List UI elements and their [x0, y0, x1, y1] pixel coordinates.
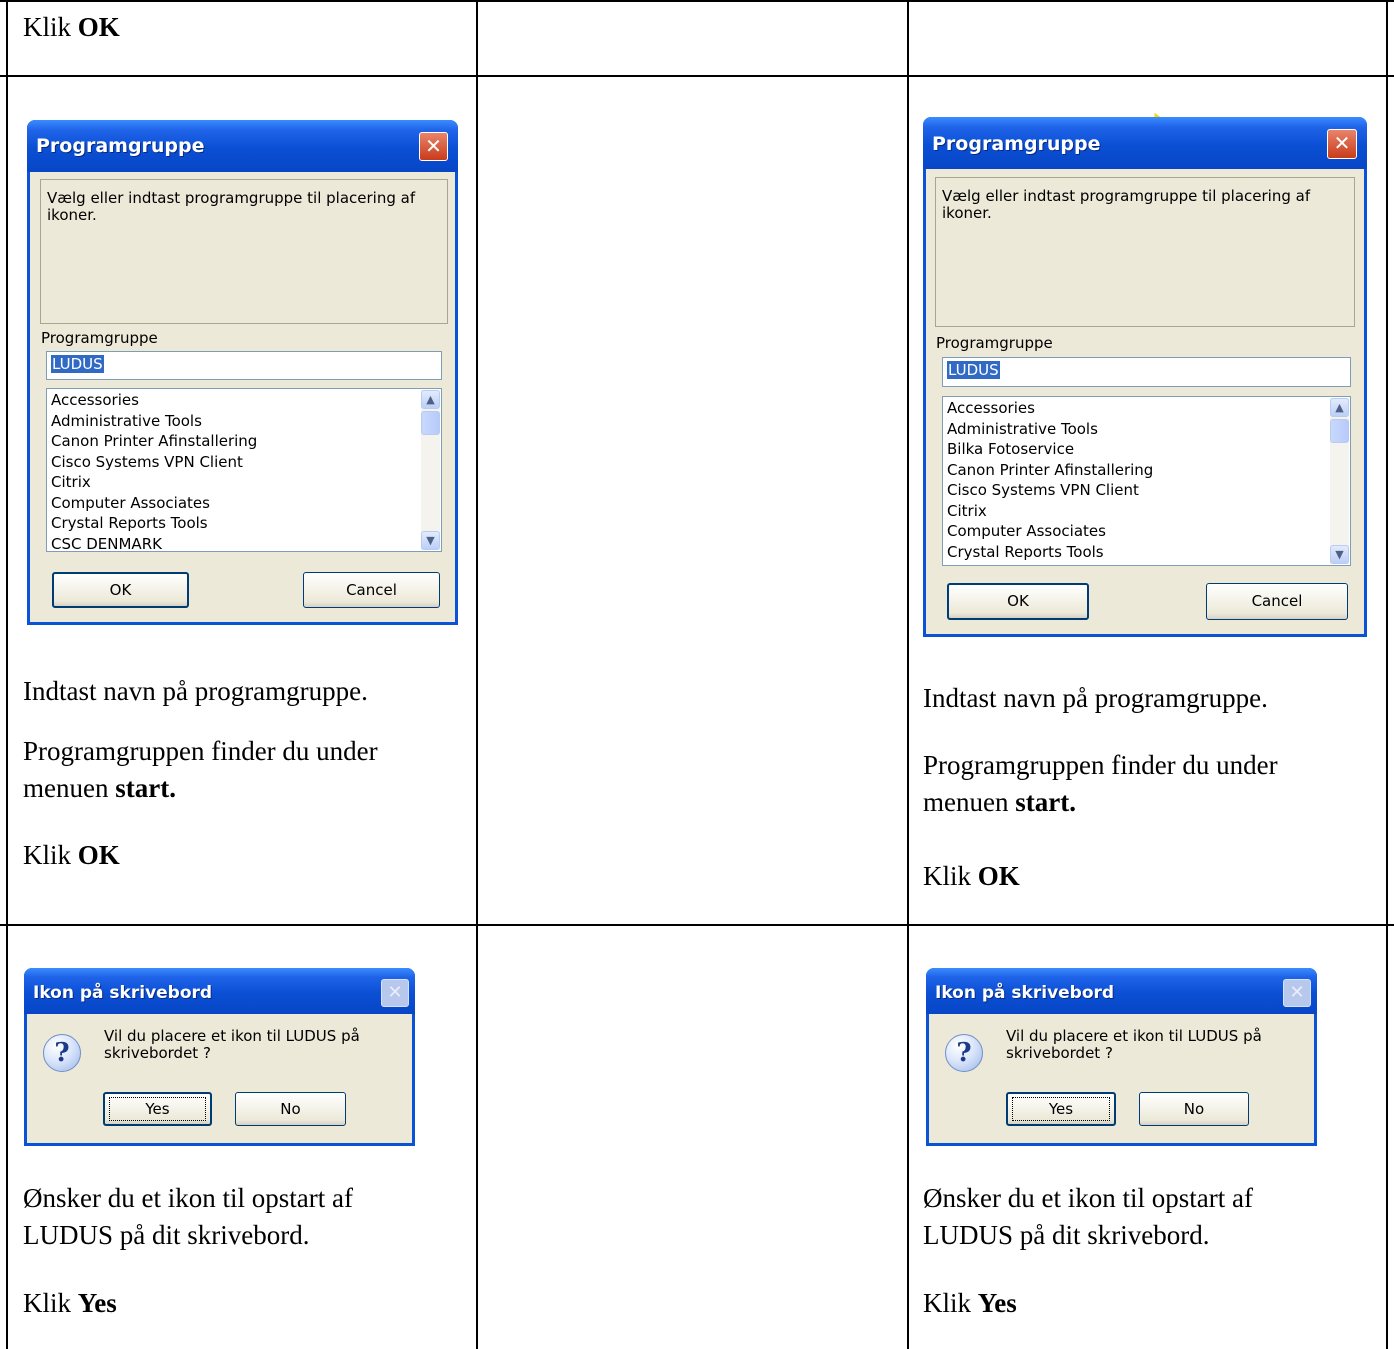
list-item[interactable]: Bilka Fotoservice — [947, 439, 1153, 460]
dialog-title: Programgruppe — [27, 120, 458, 172]
instruction-line1-left: Indtast navn på programgruppe. — [23, 676, 368, 706]
no-button[interactable]: No — [235, 1092, 346, 1126]
instruction-line2-left-2: LUDUS på dit skrivebord. — [23, 1220, 310, 1250]
instruction-line1-right-2: Ønsker du et ikon til opstart af — [923, 1183, 1253, 1213]
ok-button[interactable]: OK — [52, 572, 189, 608]
no-button[interactable]: No — [1139, 1092, 1249, 1126]
group-list[interactable]: Accessories Administrative Tools Bilka F… — [942, 396, 1351, 566]
instruction-line3-right: menuen start. — [923, 787, 1076, 817]
scrollbar[interactable]: ▲ ▼ — [1330, 398, 1349, 564]
group-label: Programgruppe — [41, 329, 158, 347]
group-list-items: Accessories Administrative Tools Canon P… — [51, 390, 257, 552]
chevron-up-icon[interactable]: ▲ — [1330, 398, 1349, 417]
focus-rect — [1012, 1097, 1110, 1121]
dialog-body: ? Vil du placere et ikon til LUDUS på sk… — [929, 1014, 1314, 1143]
dialog-body: Vælg eller indtast programgruppe til pla… — [926, 169, 1364, 634]
table-divider-2 — [907, 0, 909, 1349]
list-item[interactable]: Accessories — [947, 398, 1153, 419]
instruction-line2-left: Programgruppen finder du under — [23, 736, 378, 766]
table-divider-1 — [476, 0, 478, 1349]
instruction-line2-right: Programgruppen finder du under — [923, 750, 1278, 780]
group-input[interactable]: LUDUS — [46, 351, 442, 380]
programgruppe-dialog-right: Programgruppe ✕ Vælg eller indtast progr… — [923, 117, 1367, 637]
desktop-icon-dialog-left: Ikon på skrivebord ✕ ? Vil du placere et… — [24, 968, 415, 1146]
message-panel: Vælg eller indtast programgruppe til pla… — [935, 177, 1355, 327]
desktop-icon-dialog-right: Ikon på skrivebord ✕ ? Vil du placere et… — [926, 968, 1317, 1146]
question-icon: ? — [945, 1034, 983, 1072]
dialog-body: Vælg eller indtast programgruppe til pla… — [30, 172, 455, 622]
list-item[interactable]: Computer Associates — [51, 493, 257, 514]
chevron-down-icon[interactable]: ▼ — [1330, 545, 1349, 564]
message-text: Vælg eller indtast programgruppe til pla… — [942, 187, 1311, 222]
message-text: Vil du placere et ikon til LUDUS på skri… — [104, 1027, 360, 1062]
programgruppe-dialog-left: Programgruppe ✕ Vælg eller indtast progr… — [27, 120, 458, 625]
yes-button[interactable]: Yes — [103, 1092, 212, 1126]
message-text: Vælg eller indtast programgruppe til pla… — [47, 189, 416, 224]
list-item[interactable]: Administrative Tools — [51, 411, 257, 432]
instruction-line1-left-2: Ønsker du et ikon til opstart af — [23, 1183, 353, 1213]
group-label: Programgruppe — [936, 334, 1053, 352]
scroll-thumb[interactable] — [1330, 419, 1349, 443]
list-item[interactable]: Crystal Reports Tools — [947, 542, 1153, 563]
chevron-up-icon[interactable]: ▲ — [421, 390, 440, 409]
dialog-body: ? Vil du placere et ikon til LUDUS på sk… — [27, 1014, 412, 1143]
close-icon[interactable]: ✕ — [419, 132, 448, 161]
close-icon[interactable]: ✕ — [1327, 129, 1357, 159]
dialog-title: Ikon på skrivebord — [926, 968, 1317, 1014]
table-border-right — [1386, 0, 1388, 1349]
list-item[interactable]: Canon Printer Afinstallering — [51, 431, 257, 452]
list-item[interactable]: Crystal Reports Tools — [51, 513, 257, 534]
scrollbar[interactable]: ▲ ▼ — [421, 390, 440, 550]
list-item[interactable]: Cisco Systems VPN Client — [947, 480, 1153, 501]
list-item[interactable]: Citrix — [947, 501, 1153, 522]
dialog-title: Programgruppe — [923, 117, 1367, 169]
list-item[interactable]: Cisco Systems VPN Client — [51, 452, 257, 473]
cancel-button[interactable]: Cancel — [1206, 583, 1348, 620]
instruction-klik-ok-top: Klik OK — [23, 12, 120, 42]
chevron-down-icon[interactable]: ▼ — [421, 531, 440, 550]
list-item[interactable]: CSC DENMARK — [51, 534, 257, 552]
dialog-title: Ikon på skrivebord — [24, 968, 415, 1014]
table-border-left — [6, 0, 8, 1349]
group-input-value: LUDUS — [51, 355, 104, 373]
group-list-items: Accessories Administrative Tools Bilka F… — [947, 398, 1153, 562]
close-icon: ✕ — [1283, 979, 1311, 1007]
message-panel: Vælg eller indtast programgruppe til pla… — [40, 179, 448, 324]
row-divider-1 — [0, 75, 1394, 77]
list-item[interactable]: Administrative Tools — [947, 419, 1153, 440]
group-input-value: LUDUS — [947, 361, 1000, 379]
instruction-line2-right-2: LUDUS på dit skrivebord. — [923, 1220, 1210, 1250]
focus-rect — [109, 1097, 206, 1121]
instruction-line1-right: Indtast navn på programgruppe. — [923, 683, 1268, 713]
group-list[interactable]: Accessories Administrative Tools Canon P… — [46, 388, 442, 552]
instruction-line3-right-2: Klik Yes — [923, 1288, 1017, 1318]
message-text: Vil du placere et ikon til LUDUS på skri… — [1006, 1027, 1262, 1062]
row-divider-2 — [0, 924, 1394, 926]
list-item[interactable]: Computer Associates — [947, 521, 1153, 542]
list-item[interactable]: Accessories — [51, 390, 257, 411]
scroll-thumb[interactable] — [421, 411, 440, 435]
instruction-line4-right: Klik OK — [923, 861, 1020, 891]
ok-button[interactable]: OK — [947, 583, 1089, 620]
yes-button[interactable]: Yes — [1006, 1092, 1116, 1126]
group-input[interactable]: LUDUS — [942, 357, 1351, 387]
table-border-top — [0, 0, 1394, 2]
instruction-line4-left: Klik OK — [23, 840, 120, 870]
list-item[interactable]: Canon Printer Afinstallering — [947, 460, 1153, 481]
cancel-button[interactable]: Cancel — [303, 572, 440, 608]
question-icon: ? — [43, 1034, 81, 1072]
instruction-line3-left: menuen start. — [23, 773, 176, 803]
list-item[interactable]: Citrix — [51, 472, 257, 493]
close-icon: ✕ — [381, 979, 409, 1007]
instruction-line3-left-2: Klik Yes — [23, 1288, 117, 1318]
